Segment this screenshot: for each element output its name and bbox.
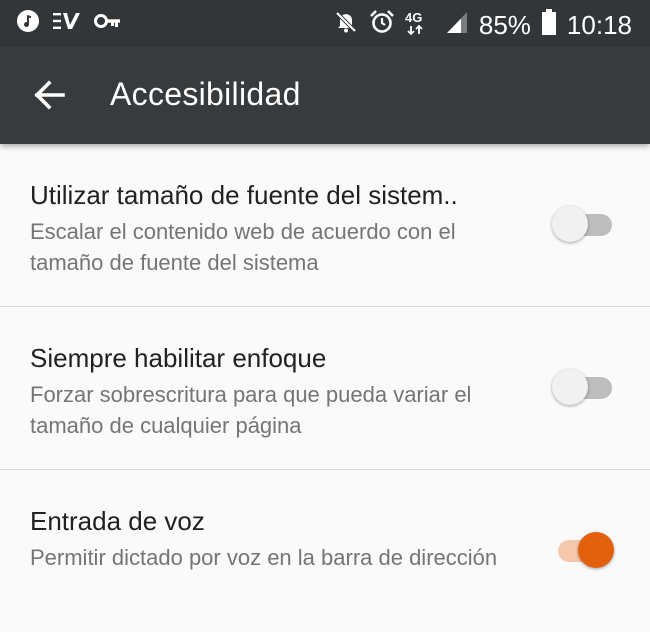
setting-title: Siempre habilitar enfoque — [30, 343, 327, 373]
setting-title: Entrada de voz — [30, 506, 205, 536]
switch-thumb — [552, 369, 588, 405]
music-icon — [16, 9, 40, 38]
svg-text:4G: 4G — [405, 10, 422, 25]
system-font-size-switch[interactable] — [552, 204, 614, 244]
back-button[interactable] — [26, 72, 72, 118]
setting-summary: Permitir dictado por voz en la barra de … — [30, 545, 498, 570]
page-title: Accesibilidad — [110, 76, 301, 112]
setting-voice-input[interactable]: Entrada de voz Permitir dictado por voz … — [0, 470, 650, 632]
ev-icon — [52, 9, 82, 38]
setting-title: Utilizar tamaño de fuente del sistem.. — [30, 180, 458, 210]
status-bar: 4G 85% 10:18 — [0, 0, 650, 46]
setting-summary: Escalar el contenido web de acuerdo con … — [30, 219, 456, 275]
network-icon: 4G — [405, 9, 435, 42]
clock-time: 10:18 — [566, 10, 632, 40]
status-left-icons — [16, 9, 122, 38]
back-arrow-icon — [34, 80, 65, 110]
app-bar: Accesibilidad — [0, 46, 650, 144]
setting-system-font-size[interactable]: Utilizar tamaño de fuente del sistem.. E… — [0, 144, 650, 307]
status-right-icons: 4G 85% 10:18 — [333, 8, 632, 43]
switch-thumb — [578, 532, 614, 568]
voice-input-switch[interactable] — [552, 530, 614, 570]
alarm-icon — [369, 9, 395, 42]
battery-icon — [541, 8, 557, 43]
signal-icon — [445, 9, 469, 42]
key-icon — [94, 9, 122, 38]
force-zoom-switch[interactable] — [552, 367, 614, 407]
setting-force-zoom[interactable]: Siempre habilitar enfoque Forzar sobresc… — [0, 307, 650, 470]
switch-thumb — [552, 206, 588, 242]
mute-icon — [333, 9, 359, 42]
battery-percent: 85% — [478, 10, 531, 40]
setting-summary: Forzar sobrescritura para que pueda vari… — [30, 382, 472, 438]
settings-list: Utilizar tamaño de fuente del sistem.. E… — [0, 144, 650, 632]
